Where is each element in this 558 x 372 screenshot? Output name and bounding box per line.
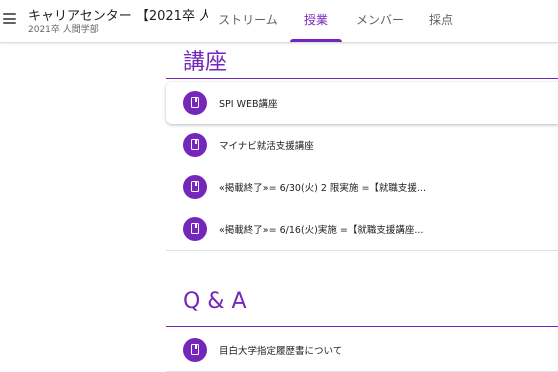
topic-label: «掲載終了»= 6/30(火) 2 限実施 =【就職支援... — [219, 183, 426, 194]
topic-row-spi-web[interactable]: SPI WEB講座 — [166, 82, 558, 124]
book-icon — [183, 91, 207, 115]
topic-label: 目白大学指定履歴書について — [219, 346, 343, 357]
tab-grades[interactable]: 採点 — [420, 0, 462, 42]
class-subtitle: 2021卒 人間学部 — [28, 25, 99, 35]
tab-stream-label: ストリーム — [218, 13, 278, 27]
section-divider — [166, 326, 558, 327]
topic-row-resume[interactable]: 目白大学指定履歴書について — [166, 329, 558, 372]
top-app-bar: キャリアセンター 【2021卒 人間... 2021卒 人間学部 ストリーム 授… — [0, 0, 558, 42]
topic-label: マイナビ就活支援講座 — [219, 141, 314, 152]
topic-row-0630[interactable]: «掲載終了»= 6/30(火) 2 限実施 =【就職支援... — [166, 166, 558, 209]
book-icon — [183, 133, 207, 157]
active-tab-indicator — [290, 39, 342, 42]
section-title-lectures: 講座 — [183, 50, 228, 75]
hamburger-menu-icon[interactable] — [3, 13, 16, 24]
tab-people[interactable]: メンバー — [350, 0, 410, 42]
topic-label: «掲載終了»= 6/16(火)実施 =【就職支援講座... — [219, 225, 424, 236]
section-divider — [166, 78, 558, 79]
section-title-qa: Q & A — [183, 289, 247, 314]
tab-stream[interactable]: ストリーム — [213, 0, 283, 42]
topic-row-0616[interactable]: «掲載終了»= 6/16(火)実施 =【就職支援講座... — [166, 208, 558, 251]
classroom-app: キャリアセンター 【2021卒 人間... 2021卒 人間学部 ストリーム 授… — [0, 0, 558, 372]
tab-classwork[interactable]: 授業 — [290, 0, 342, 42]
topic-label: SPI WEB講座 — [219, 99, 278, 110]
book-icon — [183, 217, 207, 241]
tab-classwork-label: 授業 — [303, 13, 328, 27]
book-icon — [183, 338, 207, 362]
topic-row-mynavi[interactable]: マイナビ就活支援講座 — [166, 124, 558, 167]
book-icon — [183, 175, 207, 199]
tab-people-label: メンバー — [355, 13, 404, 27]
tab-grades-label: 採点 — [428, 13, 453, 27]
